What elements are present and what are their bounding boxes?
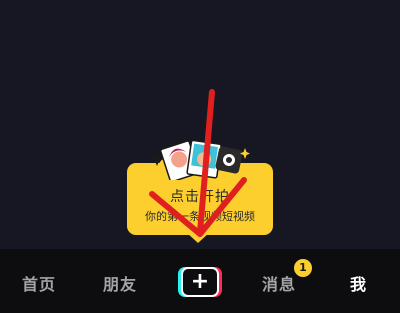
- tab-home[interactable]: 首页: [22, 271, 56, 295]
- cartoon-photos-camera-illustration-icon: [150, 139, 250, 180]
- screen: 点击开拍 你的第一条视频短视频 首页 朋友 + 消息 1 我: [0, 0, 400, 313]
- tooltip-title: 点击开拍: [170, 189, 230, 205]
- messages-badge: 1: [294, 259, 312, 277]
- tooltip-pointer: [186, 232, 210, 243]
- plus-icon: +: [190, 269, 210, 294]
- create-button[interactable]: +: [178, 267, 222, 297]
- tooltip-subtitle: 你的第一条视频短视频: [145, 210, 255, 223]
- tab-friends[interactable]: 朋友: [103, 271, 137, 295]
- tab-messages[interactable]: 消息: [262, 271, 296, 295]
- bottom-nav-bar: 首页 朋友 + 消息 1 我: [0, 249, 400, 313]
- tab-me[interactable]: 我: [350, 271, 367, 295]
